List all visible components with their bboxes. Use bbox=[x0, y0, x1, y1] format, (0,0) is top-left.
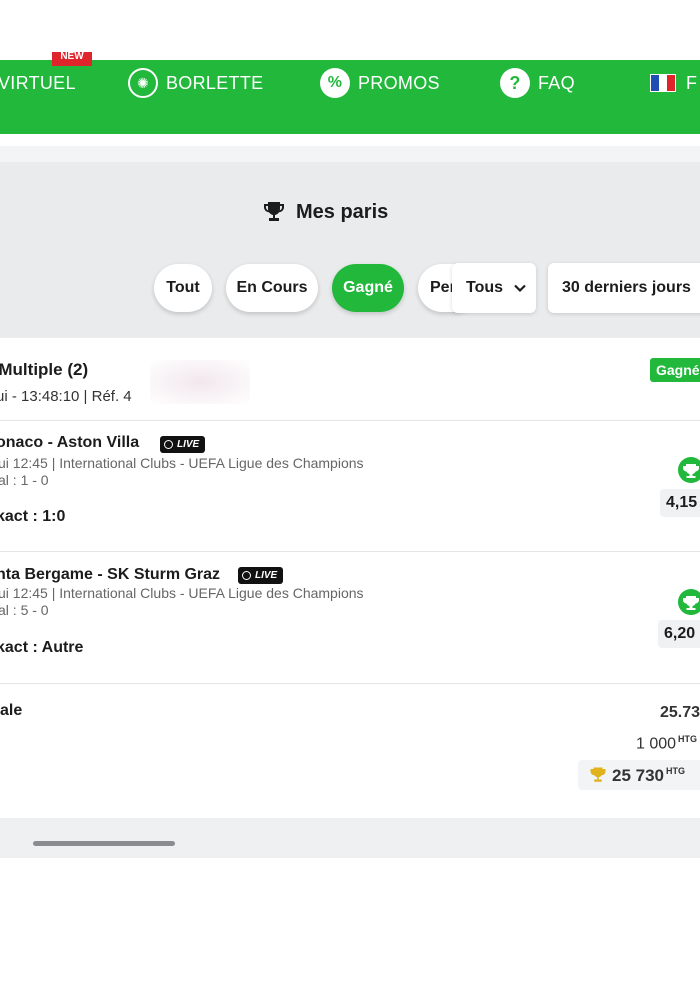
type-select-value: Tous bbox=[466, 279, 504, 296]
period-select[interactable]: 30 derniers jours bbox=[548, 263, 700, 313]
bottom-strip bbox=[0, 818, 700, 858]
total-odds-label: ale bbox=[0, 702, 23, 719]
trophy-icon bbox=[264, 202, 284, 221]
lottery-ball-icon: ✺ bbox=[128, 68, 158, 98]
period-select-value: 30 derniers jours bbox=[562, 279, 691, 296]
stake-value: 1 000 bbox=[636, 735, 677, 753]
tab-gagne[interactable]: Gagné bbox=[332, 264, 404, 312]
payout-amount: 25 730 HTG bbox=[612, 766, 685, 786]
market-selection: kact : Autre bbox=[0, 639, 84, 656]
redacted-reference bbox=[150, 360, 250, 404]
bet-meta: ui - 13:48:10 | Réf. 4 bbox=[0, 388, 132, 405]
nav-label: PROMOS bbox=[358, 72, 440, 93]
selection-odds: 4,15 bbox=[660, 489, 700, 517]
match-name: onaco - Aston Villa bbox=[0, 434, 140, 451]
payout-value: 25 730 bbox=[612, 766, 664, 785]
match-name: nta Bergame - SK Sturm Graz bbox=[0, 566, 221, 583]
match-info: ui 12:45 | International Clubs - UEFA Li… bbox=[0, 585, 364, 601]
percent-icon: % bbox=[320, 68, 350, 98]
live-badge: LIVE bbox=[238, 567, 284, 584]
won-trophy-icon bbox=[678, 457, 700, 483]
bet-type: - Multiple (2) bbox=[0, 360, 89, 379]
tab-tout[interactable]: Tout bbox=[154, 264, 212, 312]
status-badge: Gagné bbox=[650, 358, 700, 382]
nav-label: VIRTUEL bbox=[0, 72, 76, 93]
nav-item-language[interactable]: F bbox=[650, 68, 697, 98]
payout-currency: HTG bbox=[666, 766, 685, 777]
new-badge: NEW bbox=[52, 52, 92, 66]
total-odds-value: 25.73 bbox=[660, 704, 700, 721]
type-select[interactable]: Tous bbox=[452, 263, 536, 313]
home-indicator[interactable] bbox=[33, 841, 175, 846]
page-title: Mes paris bbox=[262, 198, 388, 226]
nav-label: F bbox=[686, 72, 698, 93]
chevron-down-icon bbox=[514, 284, 526, 293]
gold-trophy-icon bbox=[590, 767, 606, 782]
selection-odds: 6,20 bbox=[658, 620, 700, 648]
match-final-score: al : 1 - 0 bbox=[0, 472, 49, 488]
market-selection: kact : 1:0 bbox=[0, 508, 66, 525]
live-clock-icon bbox=[164, 440, 173, 449]
nav-item-faq[interactable]: ? FAQ bbox=[500, 68, 575, 98]
live-badge: LIVE bbox=[160, 436, 206, 453]
question-icon: ? bbox=[500, 68, 530, 98]
nav-item-promos[interactable]: % PROMOS bbox=[320, 68, 440, 98]
top-nav: VIRTUEL ✺ BORLETTE % PROMOS ? FAQ F bbox=[0, 60, 700, 134]
live-clock-icon bbox=[242, 571, 251, 580]
nav-label: FAQ bbox=[538, 72, 575, 93]
live-label: LIVE bbox=[255, 570, 278, 581]
stake-currency: HTG bbox=[678, 734, 698, 744]
page-title-text: Mes paris bbox=[296, 200, 389, 223]
live-label: LIVE bbox=[177, 439, 200, 450]
divider-strip bbox=[0, 146, 700, 162]
divider bbox=[0, 551, 700, 552]
won-trophy-icon bbox=[678, 589, 700, 615]
divider bbox=[0, 683, 700, 684]
match-final-score: al : 5 - 0 bbox=[0, 602, 49, 618]
nav-label: BORLETTE bbox=[166, 72, 264, 93]
divider bbox=[0, 420, 700, 421]
match-info: ui 12:45 | International Clubs - UEFA Li… bbox=[0, 455, 364, 471]
nav-item-borlette[interactable]: ✺ BORLETTE bbox=[128, 68, 263, 98]
stake-amount: 1 000 HTG bbox=[636, 734, 697, 753]
nav-item-virtuel[interactable]: VIRTUEL bbox=[0, 68, 76, 98]
france-flag-icon bbox=[650, 74, 676, 92]
tab-en-cours[interactable]: En Cours bbox=[226, 264, 318, 312]
